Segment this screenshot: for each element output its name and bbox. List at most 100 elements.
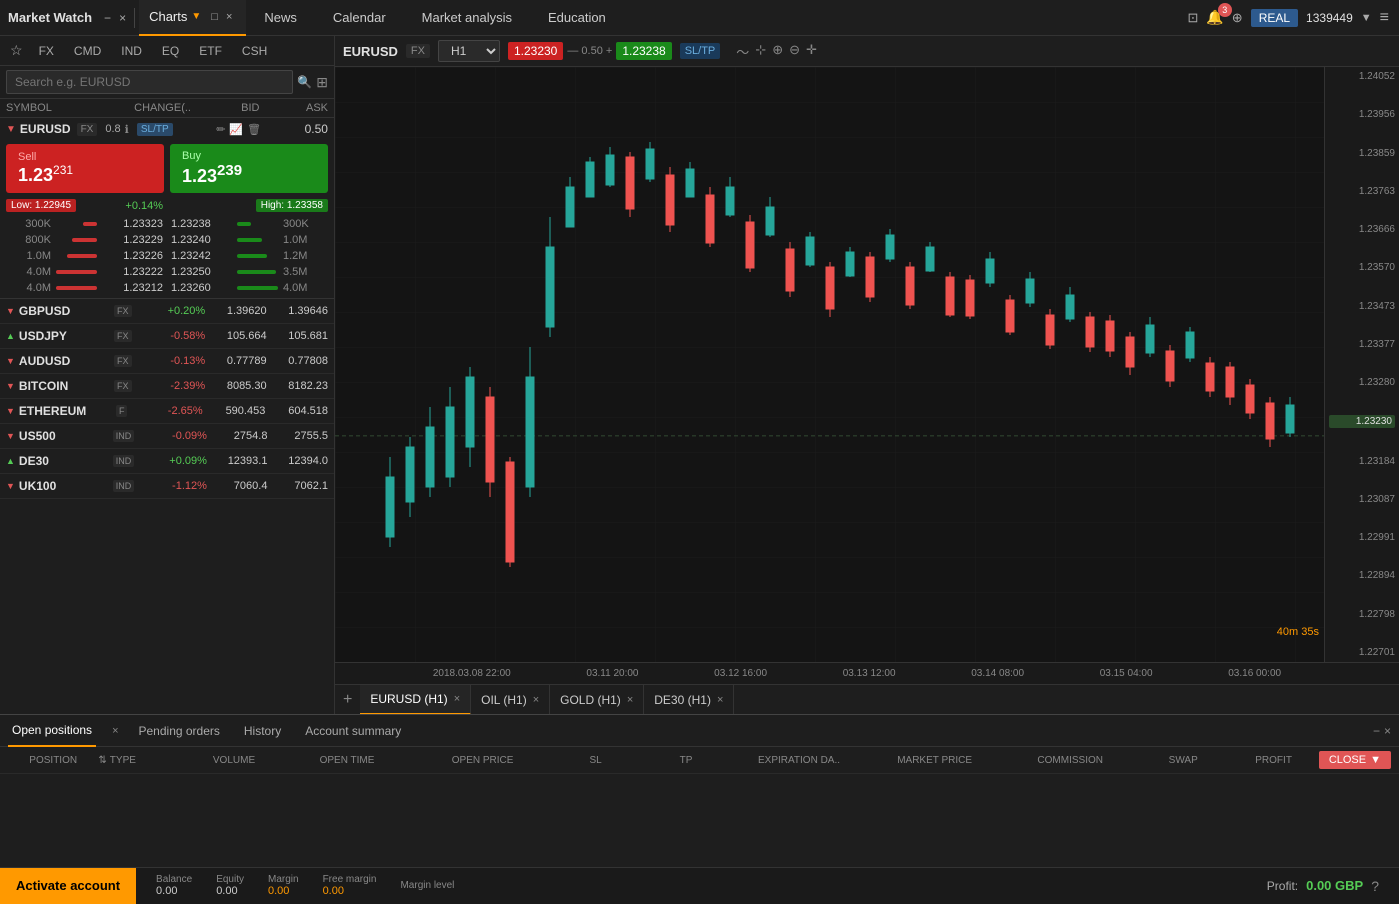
chart-tab-eurusd-close[interactable]: × xyxy=(454,693,460,705)
list-item[interactable]: ▼ ETHEREUMF -2.65% 590.453 604.518 xyxy=(0,399,334,424)
bottom-panel-minimize-icon[interactable]: − xyxy=(1373,724,1380,738)
market-analysis-tab[interactable]: Market analysis xyxy=(404,0,530,36)
bitcoin-bid: 8085.30 xyxy=(205,380,266,392)
list-item[interactable]: ▼ AUDUSDFX -0.13% 0.77789 0.77808 xyxy=(0,349,334,374)
chart-crosshair2-tool[interactable]: ✛ xyxy=(806,42,817,61)
chart-crosshair-tool[interactable]: ⊹ xyxy=(755,42,766,61)
eq-tab[interactable]: EQ xyxy=(154,41,187,61)
close-btn-dropdown-icon[interactable]: ▼ xyxy=(1370,754,1381,766)
ob-price-buy-3: 1.23242 xyxy=(167,250,237,262)
search-input[interactable] xyxy=(6,70,293,94)
chart-time-axis: 2018.03.08 22:00 03.11 20:00 03.12 16:00… xyxy=(335,662,1399,684)
close-all-button[interactable]: CLOSE ▼ xyxy=(1319,751,1391,769)
list-item[interactable]: ▲ DE30IND +0.09% 12393.1 12394.0 xyxy=(0,449,334,474)
account-summary-tab[interactable]: Account summary xyxy=(301,715,405,747)
add-chart-tab-button[interactable]: + xyxy=(335,691,360,709)
uk100-ask: 7062.1 xyxy=(267,480,328,492)
etf-tab[interactable]: ETF xyxy=(191,41,230,61)
chart-zoom-in-tool[interactable]: ⊕ xyxy=(772,42,783,61)
calendar-tab[interactable]: Calendar xyxy=(315,0,404,36)
history-tab[interactable]: History xyxy=(240,715,285,747)
chart-zoom-out-tool[interactable]: ⊖ xyxy=(789,42,800,61)
eurusd-edit-icon[interactable]: ✏ xyxy=(216,123,225,136)
charts-window-icon[interactable]: □ xyxy=(207,11,222,23)
eurusd-info-icon[interactable]: ℹ xyxy=(125,123,129,136)
chart-tab-eurusd[interactable]: EURUSD (H1) × xyxy=(360,685,471,715)
fx-tab[interactable]: FX xyxy=(31,41,62,61)
charts-dropdown-icon: ▼ xyxy=(191,11,201,22)
sell-button[interactable]: Sell 1.23231 xyxy=(6,144,164,193)
balance-item: Balance 0.00 xyxy=(156,874,192,897)
list-item[interactable]: ▼ US500IND -0.09% 2754.8 2755.5 xyxy=(0,424,334,449)
equity-label: Equity xyxy=(216,874,244,885)
gbpusd-bid: 1.39620 xyxy=(205,305,266,317)
chart-tab-de30[interactable]: DE30 (H1) × xyxy=(644,685,734,715)
education-tab[interactable]: Education xyxy=(530,0,624,36)
ind-tab[interactable]: IND xyxy=(113,41,150,61)
ob-vol-sell-4: 4.0M xyxy=(6,266,51,278)
chart-main: ⊡ f(x) + ✏ □ ≋ T ≡ ⊞ ↗ xyxy=(335,67,1399,662)
timeframe-selector[interactable]: H1 M1 M5 M15 H4 D1 xyxy=(438,40,500,62)
price-tick-9: 1.23280 xyxy=(1329,377,1395,388)
ob-bar-buy-1 xyxy=(237,222,283,226)
top-nav: Market Watch − × Charts ▼ □ × News Calen… xyxy=(0,0,1399,36)
search-icon[interactable]: 🔍 xyxy=(297,75,312,89)
list-item[interactable]: ▼ UK100IND -1.12% 7060.4 7062.1 xyxy=(0,474,334,499)
minimize-icon[interactable]: − xyxy=(100,11,115,25)
balance-value: 0.00 xyxy=(156,885,192,897)
ob-bar-sell-3 xyxy=(51,254,97,258)
open-positions-close[interactable]: × xyxy=(112,725,118,737)
uk100-direction-icon: ▼ xyxy=(6,481,15,491)
ethereum-change: -2.65% xyxy=(127,405,202,417)
csh-tab[interactable]: CSH xyxy=(234,41,275,61)
chart-tab-oil[interactable]: OIL (H1) × xyxy=(471,685,550,715)
grid-view-icon[interactable]: ⊞ xyxy=(316,74,328,91)
list-item[interactable]: ▼ GBPUSDFX +0.20% 1.39620 1.39646 xyxy=(0,299,334,324)
list-item[interactable]: ▼ BITCOINFX -2.39% 8085.30 8182.23 xyxy=(0,374,334,399)
ethereum-bid: 590.453 xyxy=(203,405,266,417)
eurusd-sltp-badge[interactable]: SL/TP xyxy=(137,123,173,136)
chart-line-tool[interactable]: 〜 xyxy=(736,42,749,61)
hamburger-menu[interactable]: ≡ xyxy=(1380,9,1389,27)
gbpusd-ask: 1.39646 xyxy=(267,305,328,317)
bottom-panel-close-icon[interactable]: × xyxy=(1384,724,1391,738)
monitor-icon[interactable]: ⊡ xyxy=(1187,10,1198,26)
charts-tab[interactable]: Charts ▼ □ × xyxy=(139,0,246,36)
buy-button[interactable]: Buy 1.23239 xyxy=(170,144,328,193)
price-tick-1: 1.24052 xyxy=(1329,71,1395,82)
chart-canvas-area[interactable]: 1.24052 1.23956 1.23859 1.23763 1.23666 … xyxy=(335,67,1399,662)
cmd-tab[interactable]: CMD xyxy=(66,41,109,61)
chart-sltp-button[interactable]: SL/TP xyxy=(680,43,721,59)
pending-orders-tab[interactable]: Pending orders xyxy=(135,715,224,747)
eurusd-chart-icon[interactable]: 📈 xyxy=(229,123,243,136)
account-dropdown-icon[interactable]: ▼ xyxy=(1361,12,1372,24)
price-tick-15: 1.22701 xyxy=(1329,647,1395,658)
market-watch-title: Market Watch xyxy=(0,10,100,25)
margin-item: Margin 0.00 xyxy=(268,874,299,897)
activate-account-button[interactable]: Activate account xyxy=(0,868,136,904)
chart-tab-de30-close[interactable]: × xyxy=(717,694,723,706)
order-book: 300K 1.23323 1.23238 300K 800K 1.23229 1… xyxy=(0,214,334,298)
chart-tab-gold-close[interactable]: × xyxy=(627,694,633,706)
wifi-icon[interactable]: ⊕ xyxy=(1232,10,1243,26)
bitcoin-direction-icon: ▼ xyxy=(6,381,15,391)
charts-minimize-icon[interactable]: × xyxy=(222,11,236,23)
eurusd-delete-icon[interactable]: 🗑 xyxy=(247,123,261,136)
ob-bar-buy-2 xyxy=(237,238,283,242)
de30-direction-icon: ▲ xyxy=(6,456,15,466)
chart-tab-oil-close[interactable]: × xyxy=(533,694,539,706)
close-btn-label: CLOSE xyxy=(1329,754,1366,766)
open-positions-tab[interactable]: Open positions xyxy=(8,715,96,747)
news-tab[interactable]: News xyxy=(246,0,315,36)
col-ask-header: ASK xyxy=(260,102,329,114)
close-icon[interactable]: × xyxy=(115,11,130,25)
help-icon[interactable]: ? xyxy=(1371,878,1379,894)
change-percent: +0.14% xyxy=(125,200,163,212)
notification-bell[interactable]: 🔔 3 xyxy=(1206,9,1223,26)
chart-tab-gold[interactable]: GOLD (H1) × xyxy=(550,685,644,715)
bitcoin-ask: 8182.23 xyxy=(267,380,328,392)
list-item[interactable]: ▲ USDJPYFX -0.58% 105.664 105.681 xyxy=(0,324,334,349)
favorites-star-icon[interactable]: ☆ xyxy=(6,40,27,61)
main-area: ☆ FX CMD IND EQ ETF CSH 🔍 ⊞ SYMBOL CHANG… xyxy=(0,36,1399,714)
right-panel: EURUSD FX H1 M1 M5 M15 H4 D1 1.23230 — 0… xyxy=(335,36,1399,714)
